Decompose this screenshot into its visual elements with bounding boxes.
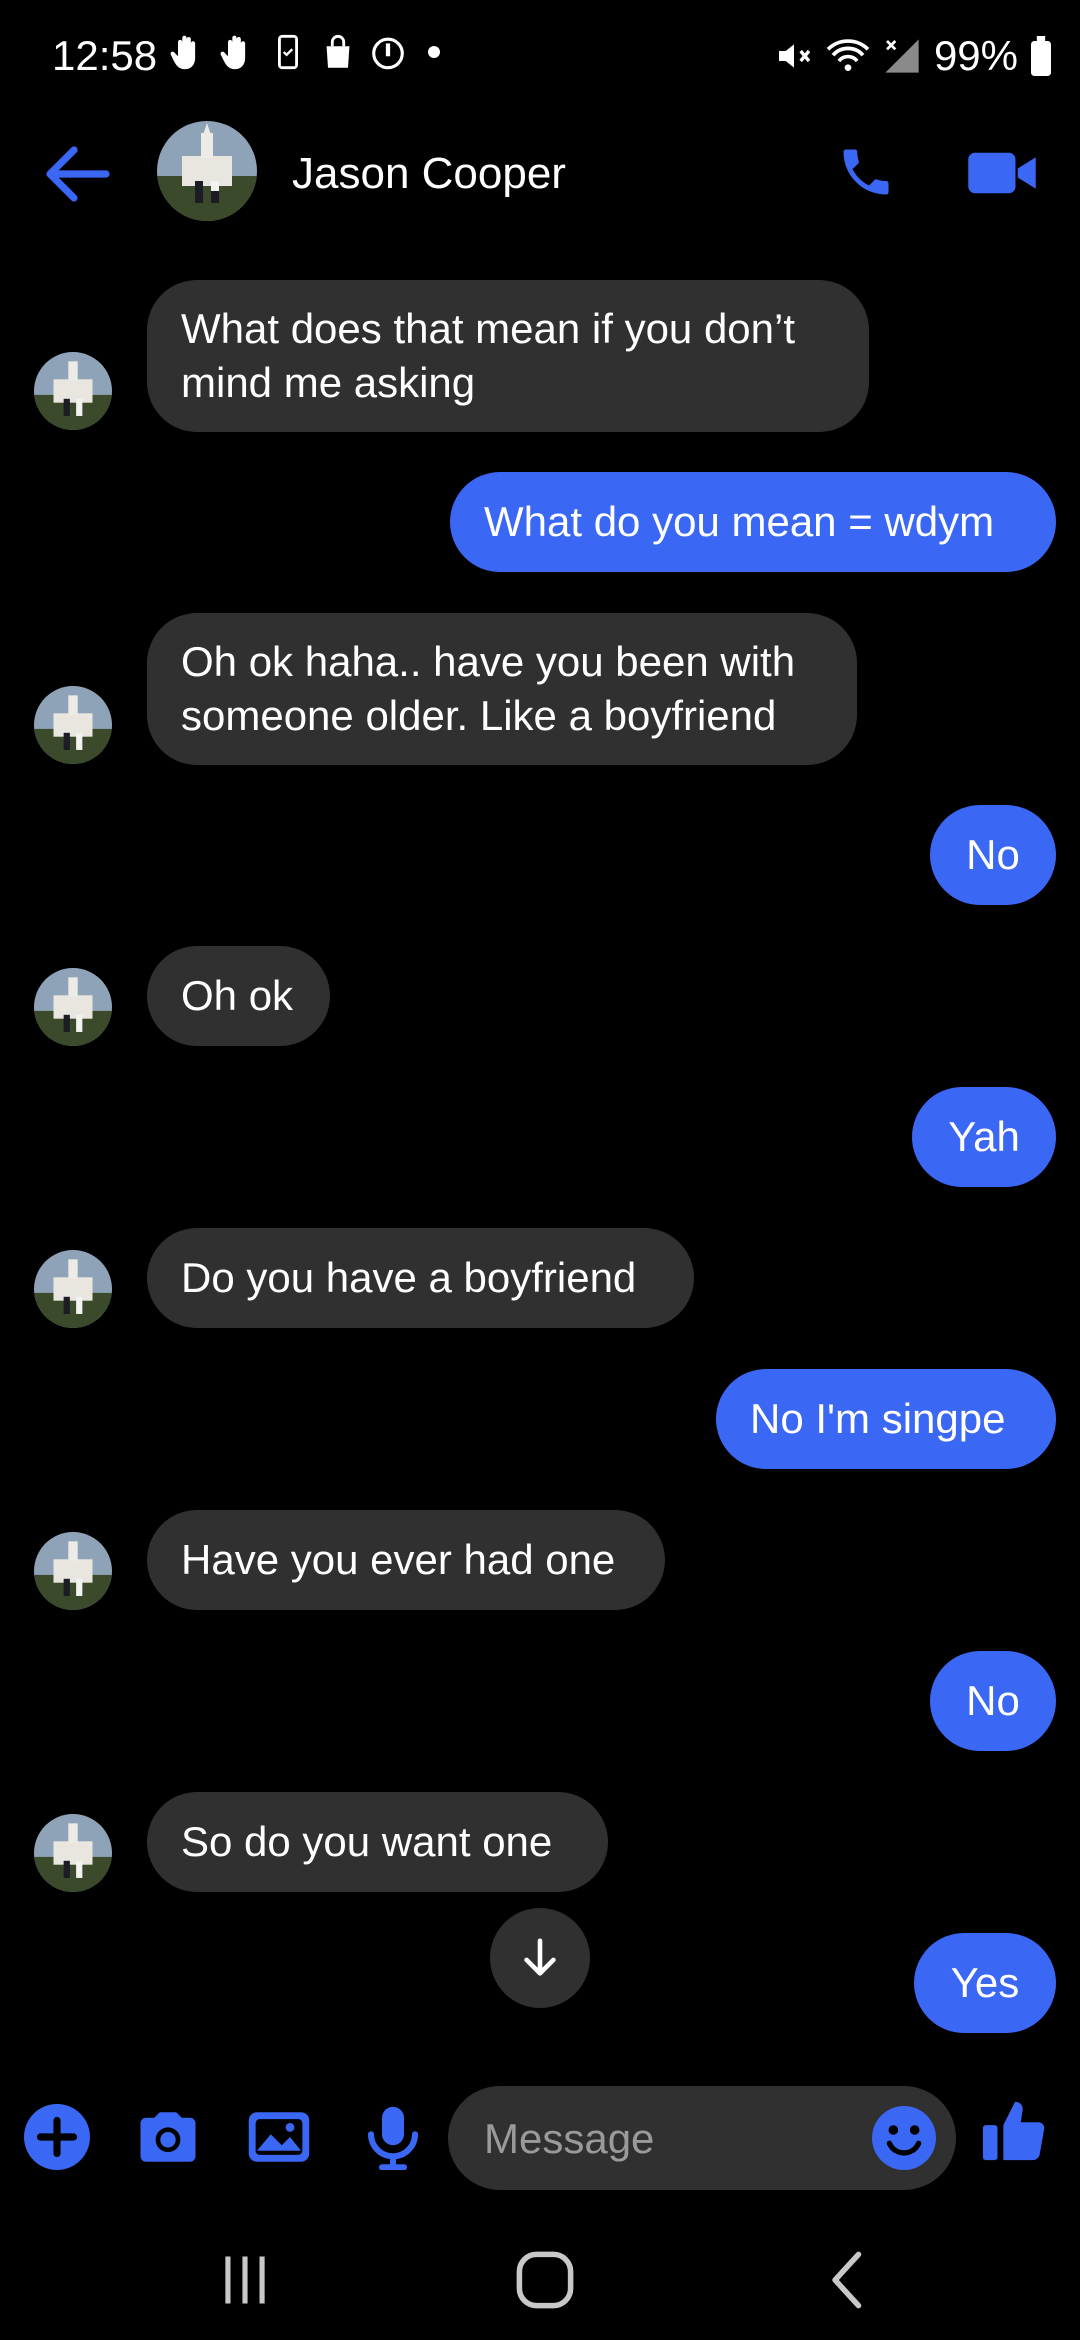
status-dot	[428, 46, 440, 58]
message-incoming[interactable]: What does that mean if you don’t mind me…	[147, 280, 869, 432]
message-outgoing[interactable]: Yes	[914, 1933, 1056, 2033]
battery-icon	[1031, 36, 1051, 76]
message-text: Yes	[950, 1959, 1020, 2006]
message-outgoing[interactable]: No	[930, 805, 1056, 905]
scroll-to-bottom-button[interactable]	[490, 1908, 590, 2008]
avatar[interactable]	[34, 352, 112, 430]
image-icon[interactable]	[246, 2104, 312, 2170]
message-incoming[interactable]: Oh ok	[147, 946, 330, 1046]
message-incoming[interactable]: Oh ok haha.. have you been with someone …	[147, 613, 857, 765]
back-arrow-icon[interactable]	[46, 146, 110, 202]
plus-icon[interactable]	[24, 2104, 90, 2170]
message-outgoing[interactable]: What do you mean = wdym	[450, 472, 1056, 572]
emoji-icon[interactable]	[872, 2106, 936, 2170]
message-text: Do you have a boyfriend	[181, 1254, 637, 1301]
thumbs-up-icon[interactable]	[980, 2096, 1050, 2166]
message-line: mind me asking	[181, 359, 476, 406]
notification-icons	[170, 32, 440, 72]
message-incoming[interactable]: So do you want one	[147, 1792, 608, 1892]
message-text: No I'm singpe	[750, 1395, 1006, 1442]
battery-percent: 99%	[933, 32, 1018, 79]
status-time: 12:58	[52, 32, 158, 79]
system-navigation-bar	[0, 2220, 1080, 2340]
timer-icon	[372, 37, 404, 70]
hand-icon	[220, 35, 246, 70]
contact-name[interactable]: Jason Cooper	[292, 146, 566, 202]
avatar[interactable]	[34, 686, 112, 764]
message-line: someone older. Like a boyfriend	[181, 692, 777, 739]
message-text: What do you mean = wdym	[484, 498, 995, 545]
avatar-image	[34, 1250, 112, 1328]
avatar-image	[157, 121, 257, 221]
shopping-bag-icon	[326, 34, 350, 68]
message-text: Have you ever had one	[181, 1536, 616, 1583]
composer	[0, 2080, 1080, 2200]
camera-icon[interactable]	[135, 2104, 201, 2170]
phone-device-icon	[278, 34, 298, 70]
message-line: What does that mean if you don’t	[181, 305, 796, 352]
video-camera-icon[interactable]	[966, 146, 1038, 200]
avatar-image	[34, 352, 112, 430]
chat-header: Jason Cooper	[0, 112, 1080, 232]
message-text: Oh ok	[181, 972, 294, 1019]
recent-apps-icon[interactable]	[210, 2248, 280, 2312]
signal-icon	[885, 39, 919, 73]
hand-icon	[170, 35, 196, 70]
mute-icon	[778, 44, 811, 68]
avatar-image	[34, 686, 112, 764]
message-line: Oh ok haha.. have you been with	[181, 638, 796, 685]
home-icon[interactable]	[510, 2248, 580, 2312]
avatar[interactable]	[34, 968, 112, 1046]
message-incoming[interactable]: Do you have a boyfriend	[147, 1228, 694, 1328]
avatar[interactable]	[34, 1250, 112, 1328]
avatar-image	[34, 968, 112, 1046]
message-incoming[interactable]: Have you ever had one	[147, 1510, 665, 1610]
message-input-container[interactable]	[448, 2086, 956, 2192]
message-input[interactable]	[482, 2086, 866, 2192]
status-bar: 12:58 99%	[0, 0, 1080, 112]
microphone-icon[interactable]	[360, 2104, 426, 2170]
message-text: No	[966, 1677, 1020, 1724]
avatar[interactable]	[34, 1814, 112, 1892]
avatar-image	[34, 1814, 112, 1892]
avatar[interactable]	[34, 1532, 112, 1610]
wifi-icon	[826, 39, 870, 71]
message-text: Yah	[948, 1113, 1020, 1160]
system-status: 99%	[774, 30, 1052, 82]
message-outgoing[interactable]: No	[930, 1651, 1056, 1751]
arrow-down-icon	[524, 1938, 556, 1976]
phone-icon[interactable]	[836, 142, 896, 202]
message-outgoing[interactable]: Yah	[912, 1087, 1056, 1187]
message-outgoing[interactable]: No I'm singpe	[716, 1369, 1056, 1469]
message-text: No	[966, 831, 1020, 878]
contact-avatar[interactable]	[157, 121, 257, 221]
message-text: So do you want one	[181, 1818, 553, 1865]
avatar-image	[34, 1532, 112, 1610]
nav-back-icon[interactable]	[815, 2248, 885, 2312]
